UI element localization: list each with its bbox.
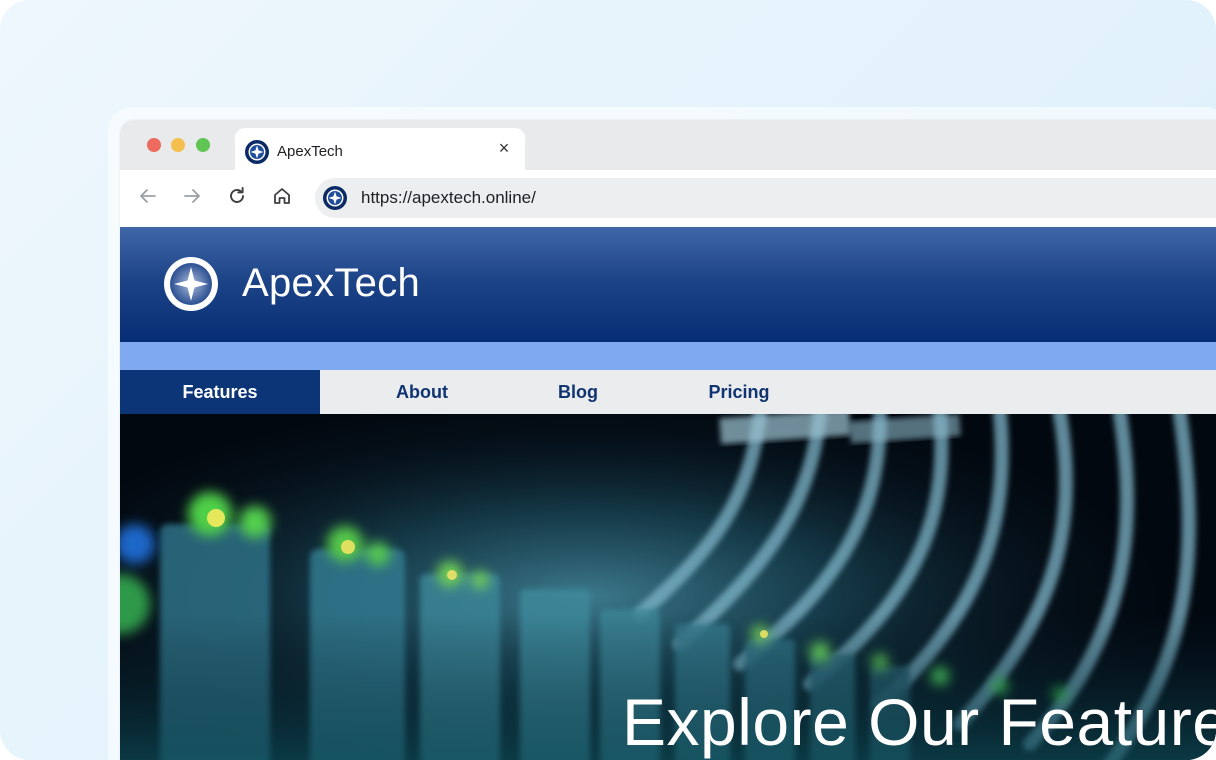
- nav-item-pricing[interactable]: Pricing: [694, 370, 784, 414]
- site-favicon-icon: [323, 186, 347, 210]
- address-url[interactable]: https://apextech.online/: [361, 188, 536, 208]
- nav-item-features[interactable]: Features: [120, 370, 320, 414]
- home-icon[interactable]: [269, 183, 295, 209]
- browser-tab[interactable]: ApexTech ×: [235, 128, 525, 170]
- maximize-window-button[interactable]: [196, 138, 210, 152]
- hero-title: Explore Our Features: [622, 685, 1216, 759]
- minimize-window-button[interactable]: [171, 138, 185, 152]
- address-bar[interactable]: https://apextech.online/: [315, 178, 1216, 218]
- site-header: ApexTech: [120, 227, 1216, 342]
- background-canvas: ApexTech × https://apextech.online/ Apex…: [0, 0, 1216, 760]
- accent-stripe: [120, 342, 1216, 370]
- nav-item-about[interactable]: About: [372, 370, 472, 414]
- site-brand-name[interactable]: ApexTech: [242, 261, 420, 306]
- close-window-button[interactable]: [147, 138, 161, 152]
- reload-icon[interactable]: [224, 183, 250, 209]
- site-nav: Features About Blog Pricing: [120, 370, 1216, 414]
- site-favicon-icon: [245, 140, 269, 164]
- forward-icon[interactable]: [179, 183, 205, 209]
- tab-close-icon[interactable]: ×: [494, 138, 514, 159]
- nav-item-blog[interactable]: Blog: [538, 370, 618, 414]
- browser-toolbar: https://apextech.online/: [120, 170, 1216, 220]
- tab-strip: ApexTech ×: [120, 120, 1216, 170]
- hero-banner: Explore Our Features: [120, 414, 1216, 760]
- apextech-logo-icon[interactable]: [164, 257, 218, 311]
- back-icon[interactable]: [135, 183, 161, 209]
- browser-window: ApexTech × https://apextech.online/ Apex…: [120, 120, 1216, 760]
- tab-title: ApexTech: [277, 143, 343, 160]
